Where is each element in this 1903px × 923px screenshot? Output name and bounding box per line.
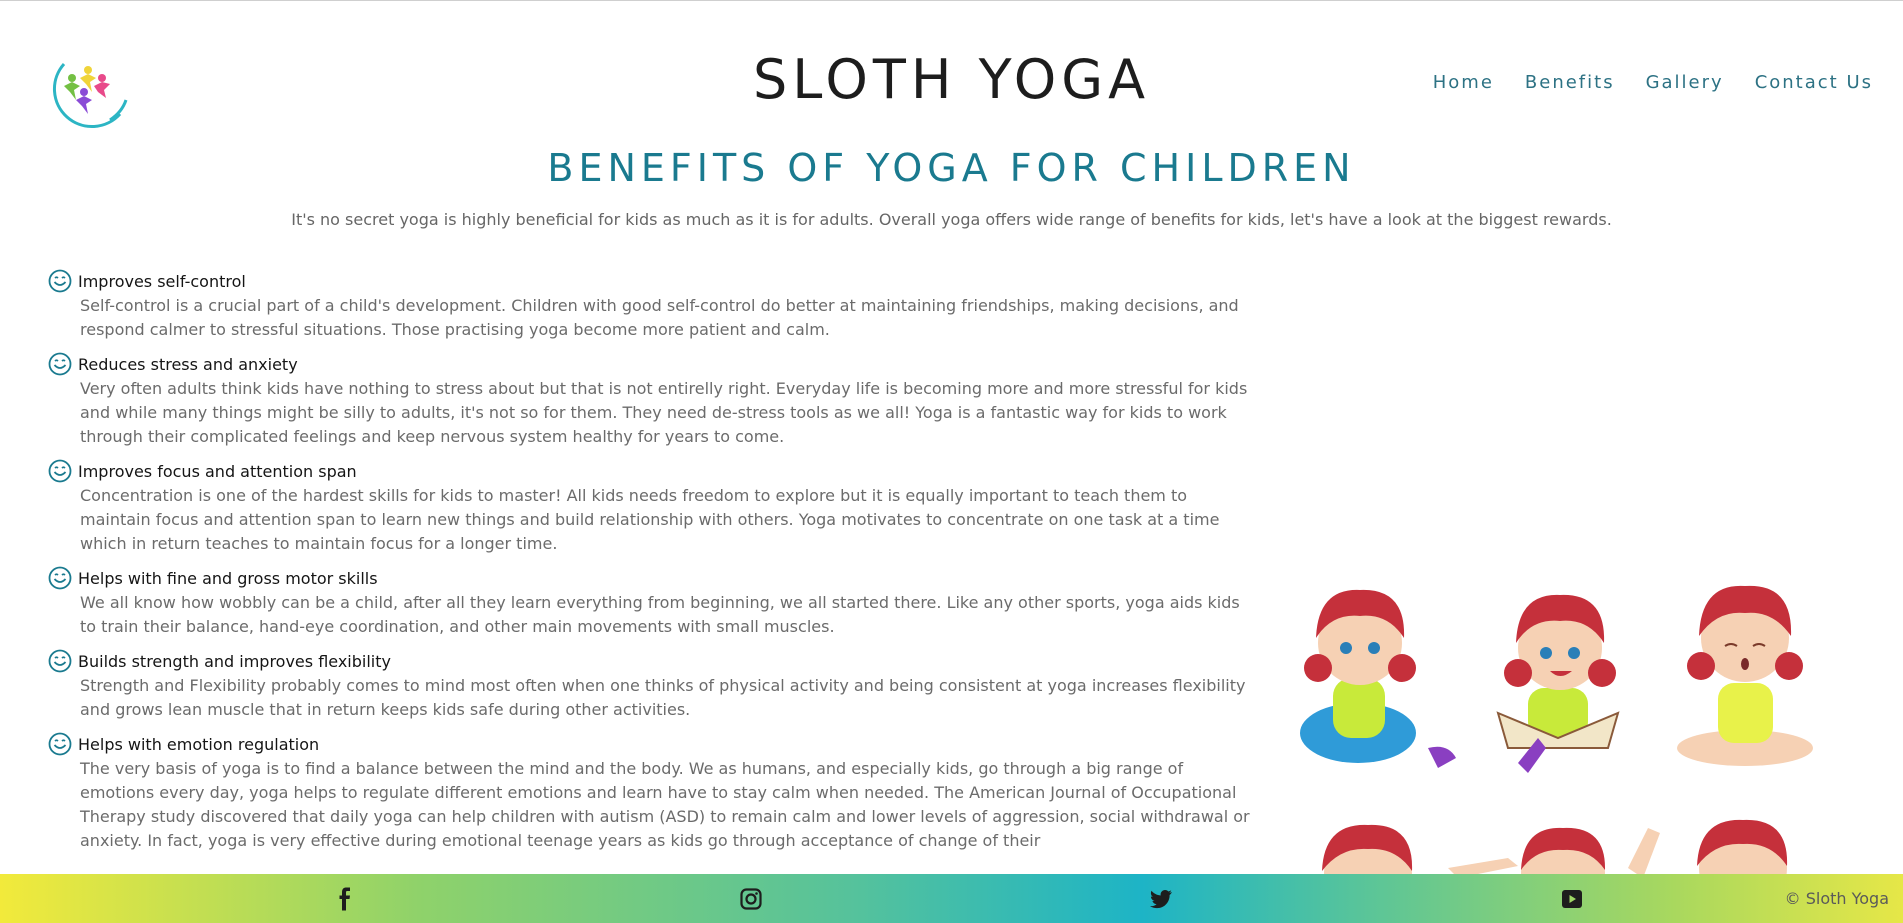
benefit-title: Improves self-control — [78, 271, 246, 291]
facebook-icon[interactable] — [333, 887, 357, 911]
nav-benefits[interactable]: Benefits — [1525, 72, 1615, 93]
smile-icon — [48, 566, 72, 590]
benefit-title: Helps with emotion regulation — [78, 734, 320, 754]
benefit-item: Improves focus and attention span Concen… — [48, 458, 1219, 556]
footer: © Sloth Yoga — [0, 874, 1903, 923]
benefit-title: Reduces stress and anxiety — [78, 354, 298, 374]
nav-gallery[interactable]: Gallery — [1646, 72, 1724, 93]
copyright-text: © Sloth Yoga — [1784, 889, 1889, 908]
benefit-item: Helps with fine and gross motor skills W… — [48, 565, 1240, 639]
twitter-icon[interactable] — [1149, 887, 1173, 911]
benefit-item: Builds strength and improves flexibility… — [48, 648, 1245, 722]
intro-text: It's no secret yoga is highly beneficial… — [291, 210, 1612, 229]
benefit-title: Builds strength and improves flexibility — [78, 651, 391, 671]
benefit-text: Self-control is a crucial part of a chil… — [80, 296, 1239, 339]
benefit-text: Strength and Flexibility probably comes … — [80, 676, 1246, 719]
main-nav: Home Benefits Gallery Contact Us — [1433, 72, 1873, 93]
benefit-text: Concentration is one of the hardest skil… — [80, 486, 1220, 553]
benefit-text: The very basis of yoga is to find a bala… — [80, 759, 1250, 850]
page-heading: BENEFITS OF YOGA FOR CHILDREN — [547, 146, 1356, 190]
benefit-item: Improves self-control Self-control is a … — [48, 268, 1239, 342]
smile-icon — [48, 732, 72, 756]
smile-icon — [48, 269, 72, 293]
youtube-icon[interactable] — [1560, 887, 1584, 911]
benefit-item: Reduces stress and anxiety Very often ad… — [48, 351, 1247, 449]
nav-contact-us[interactable]: Contact Us — [1755, 72, 1873, 93]
benefit-text: We all know how wobbly can be a child, a… — [80, 593, 1240, 636]
benefit-title: Helps with fine and gross motor skills — [78, 568, 378, 588]
benefit-item: Helps with emotion regulation The very b… — [48, 731, 1250, 853]
top-border — [0, 0, 1903, 1]
benefits-list: Improves self-control Self-control is a … — [48, 268, 1250, 862]
nav-home[interactable]: Home — [1433, 72, 1494, 93]
benefit-title: Improves focus and attention span — [78, 461, 357, 481]
benefit-text: Very often adults think kids have nothin… — [80, 379, 1248, 446]
smile-icon — [48, 459, 72, 483]
smile-icon — [48, 352, 72, 376]
instagram-icon[interactable] — [739, 887, 763, 911]
smile-icon — [48, 649, 72, 673]
kids-yoga-illustration — [1300, 585, 1813, 917]
